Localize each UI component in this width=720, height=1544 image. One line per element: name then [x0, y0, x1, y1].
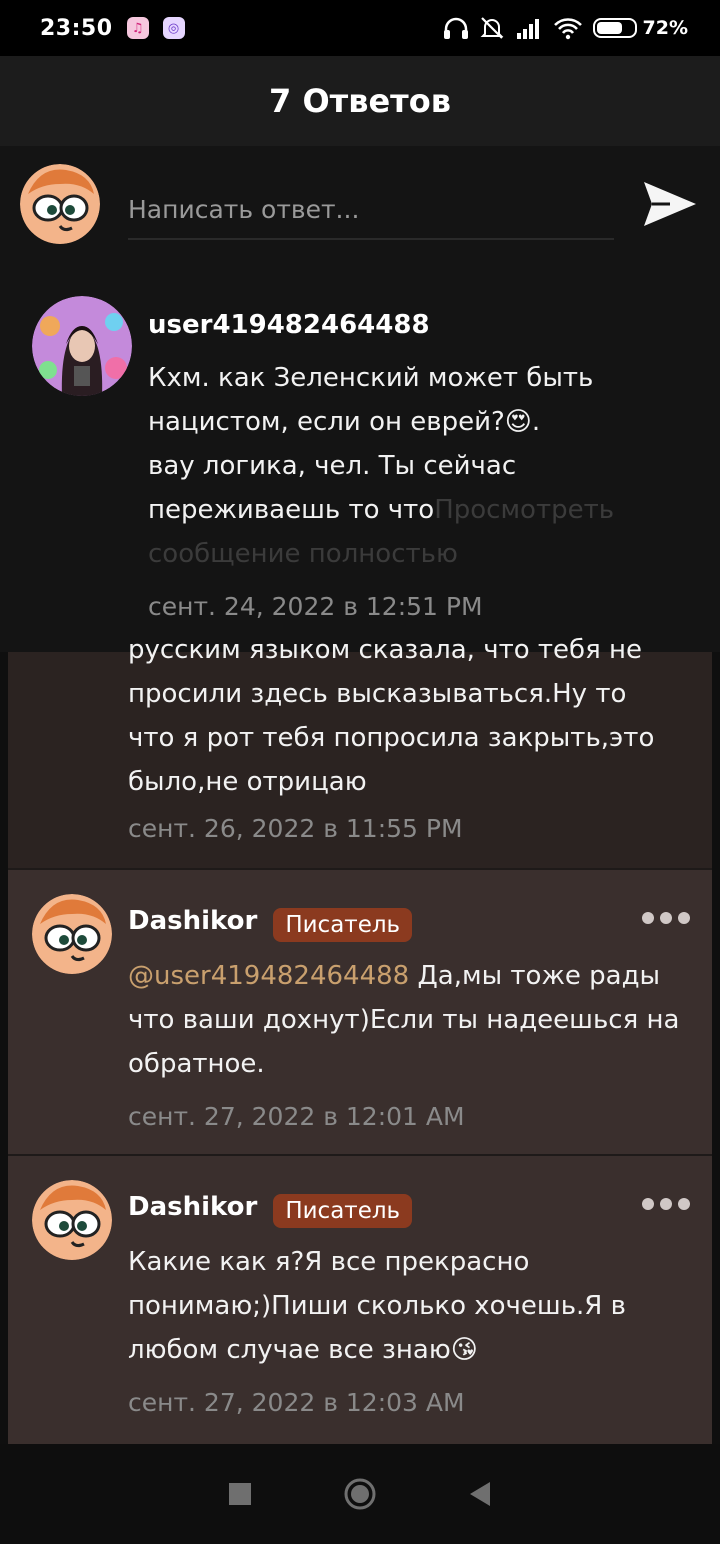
current-user-avatar[interactable] — [20, 164, 100, 244]
reply-line: понимаю;)Пиши сколько хочешь.Я в — [128, 1291, 626, 1321]
dot-icon — [660, 912, 672, 924]
writer-badge: Писатель — [273, 907, 413, 942]
reply-card: Dashikor Писатель Какие как я?Я все прекр… — [8, 1154, 712, 1446]
reply-line: что ваши дохнут)Если ты надеешься на — [128, 1005, 680, 1035]
comment-line-text: нацистом, если он еврей? — [148, 407, 505, 437]
battery-fill — [596, 22, 623, 34]
heart-eyes-emoji: 😍 — [504, 407, 532, 437]
reply-body: @user419482464488 Да,мы тоже рады что ва… — [128, 954, 698, 1086]
dot-icon — [642, 1198, 654, 1210]
circle-home-icon — [344, 1478, 376, 1510]
reply-line-text: любом случае все знаю — [128, 1335, 451, 1365]
battery-indicator: 72% — [592, 17, 688, 39]
parent-comment: user419482464488 Кхм. как Зеленский може… — [0, 266, 720, 652]
recents-button[interactable] — [220, 1474, 260, 1514]
avatar[interactable] — [32, 1180, 112, 1260]
user-mention-link[interactable]: @user419482464488 — [128, 961, 409, 991]
reply-line-3: любом случае все знаю😘 — [128, 1328, 698, 1372]
reply-card: русским языком сказала, что тебя не прос… — [8, 635, 712, 868]
header: 7 Ответов — [0, 56, 720, 146]
avatar[interactable] — [32, 296, 132, 396]
dot-icon — [678, 1198, 690, 1210]
dot-icon — [678, 912, 690, 924]
more-options-button[interactable] — [642, 1198, 690, 1214]
headphones-icon — [443, 17, 468, 39]
triangle-back-icon — [470, 1482, 490, 1506]
reply-username[interactable]: Dashikor — [128, 1192, 257, 1222]
status-right: 72% — [443, 15, 688, 41]
back-button[interactable] — [460, 1474, 500, 1514]
comment-line-4: переживаешь то чтоПросмотреть сообщение … — [148, 488, 688, 576]
reply-timestamp: сент. 27, 2022 в 12:01 AM — [128, 1102, 465, 1131]
send-button[interactable] — [640, 174, 700, 234]
reply-input[interactable] — [128, 180, 614, 240]
status-bar: 23:50 ♫ ◎ 72% — [0, 0, 720, 56]
reply-line: было,не отрицаю — [128, 767, 367, 797]
comment-line-text: переживаешь то что — [148, 495, 435, 525]
reply-line: что я рот тебя попросила закрыть,это — [128, 723, 655, 753]
reply-line: обратное. — [128, 1049, 265, 1079]
dot-icon — [642, 912, 654, 924]
replies-thread: русским языком сказала, что тебя не прос… — [8, 635, 712, 1446]
reply-line: Какие как я?Я все прекрасно — [128, 1247, 530, 1277]
reply-card: Dashikor Писатель @user419482464488 Да,мы… — [8, 868, 712, 1156]
square-recents-icon — [229, 1483, 251, 1505]
kiss-emoji: 😘 — [450, 1335, 478, 1365]
app-icon: ◎ — [162, 17, 185, 39]
send-icon — [644, 182, 696, 226]
signal-icon — [516, 19, 539, 39]
system-nav-bar — [0, 1444, 720, 1544]
battery-icon — [592, 18, 637, 38]
status-left: 23:50 ♫ ◎ — [40, 16, 185, 41]
music-app-icon: ♫ — [126, 17, 149, 39]
comment-line: Кхм. как Зеленский может быть — [148, 363, 594, 393]
comment-timestamp: сент. 24, 2022 в 12:51 PM — [148, 592, 483, 621]
comment-username[interactable]: user419482464488 — [148, 310, 430, 340]
reply-timestamp: сент. 27, 2022 в 12:03 AM — [128, 1388, 465, 1417]
status-time: 23:50 — [40, 15, 113, 41]
reply-body: русским языком сказала, что тебя не прос… — [128, 628, 698, 804]
comment-body: Кхм. как Зеленский может быть нацистом, … — [148, 356, 688, 576]
reply-line: русским языком сказала, что тебя не — [128, 635, 642, 665]
reply-body: Какие как я?Я все прекрасно понимаю;)Пиш… — [128, 1240, 698, 1372]
reply-timestamp: сент. 26, 2022 в 11:55 PM — [128, 814, 463, 843]
reply-line: просили здесь высказываться.Ну то — [128, 679, 627, 709]
more-options-button[interactable] — [642, 912, 690, 928]
page-title: 7 Ответов — [269, 82, 451, 120]
comment-line: вау логика, чел. Ты сейчас — [148, 451, 517, 481]
comment-line-2: нацистом, если он еврей?😍. — [148, 400, 688, 444]
dot-icon — [660, 1198, 672, 1210]
writer-badge: Писатель — [273, 1193, 413, 1228]
reply-line-text: Да,мы тоже рады — [409, 961, 661, 991]
comment-line-text: . — [531, 407, 541, 437]
reply-username[interactable]: Dashikor — [128, 906, 257, 936]
home-button[interactable] — [340, 1474, 380, 1514]
avatar[interactable] — [32, 894, 112, 974]
muted-bell-icon — [480, 17, 503, 39]
reply-line-1: @user419482464488 Да,мы тоже рады — [128, 954, 698, 998]
wifi-icon — [553, 18, 582, 40]
battery-percent: 72% — [642, 17, 688, 39]
